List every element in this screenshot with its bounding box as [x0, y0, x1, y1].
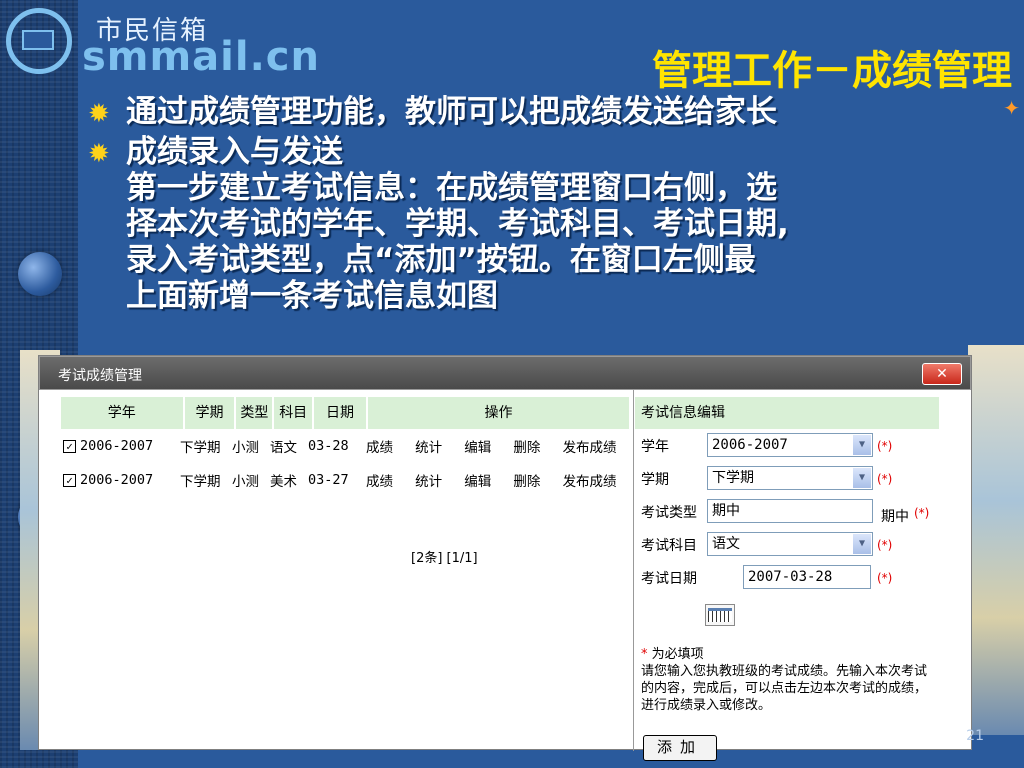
column-header-type: 类型 — [236, 397, 273, 429]
edit-link[interactable]: 编辑 — [464, 440, 491, 456]
exam-edit-form: 考试信息编辑 学年 2006-2007 ▼ (*) 学期 下学期 ▼ (*) 考… — [635, 397, 939, 761]
close-button[interactable]: ✕ — [922, 363, 962, 385]
subject-label: 考试科目 — [641, 538, 697, 554]
subject-select[interactable]: 语文 ▼ — [707, 532, 873, 556]
step-description: 第一步建立考试信息：在成绩管理窗口右侧，选 择本次考试的学年、学期、考试科目、考… — [86, 170, 996, 314]
chevron-down-icon[interactable]: ▼ — [853, 435, 871, 455]
table-row: ✓ 2006-2007 下学期 小测 语文 03-28 成绩 统计 编辑 删除 … — [61, 429, 631, 463]
envelope-icon — [22, 30, 54, 50]
smmail-logo: 市民信箱 smmail.cn — [4, 4, 319, 88]
panel-divider — [633, 390, 634, 751]
required-mark: (*) — [877, 571, 893, 585]
exam-table: 学年 学期 类型 科目 日期 操作 ✓ 2006-2007 下学期 小测 语文 … — [61, 397, 631, 566]
table-row: ✓ 2006-2007 下学期 小测 美术 03-27 成绩 统计 编辑 删除 … — [61, 463, 631, 497]
cell-type: 小测 — [232, 440, 259, 456]
term-select[interactable]: 下学期 ▼ — [707, 466, 873, 490]
cell-year: 2006-2007 — [80, 472, 154, 488]
year-select[interactable]: 2006-2007 ▼ — [707, 433, 873, 457]
cell-subject: 美术 — [270, 474, 297, 490]
column-header-subject: 科目 — [274, 397, 313, 429]
column-header-date: 日期 — [314, 397, 366, 429]
add-button[interactable]: 添加 — [643, 735, 717, 761]
chevron-down-icon[interactable]: ▼ — [853, 468, 871, 488]
delete-link[interactable]: 删除 — [513, 440, 540, 456]
form-note: * 为必填项 请您输入您执教班级的考试成绩。先输入本次考试的内容，完成后，可以点… — [641, 646, 939, 714]
bullet-text: 成绩录入与发送 — [126, 134, 343, 170]
cell-ops: 成绩 统计 编辑 删除 发布成绩 — [366, 470, 631, 490]
stats-link[interactable]: 统计 — [415, 440, 442, 456]
bullet-item: ✹ 通过成绩管理功能，教师可以把成绩发送给家长 — [86, 94, 996, 130]
slide-page-number: 21 — [966, 728, 984, 744]
step-line: 录入考试类型，点“添加”按钮。在窗口左侧最 — [126, 242, 756, 278]
required-mark: (*) — [877, 439, 893, 453]
exam-score-window: 考试成绩管理 ✕ 学年 学期 类型 科目 日期 操作 ✓ 2006-2007 下… — [38, 355, 972, 761]
delete-link[interactable]: 删除 — [513, 474, 540, 490]
table-header: 学年 学期 类型 科目 日期 操作 — [61, 397, 631, 429]
required-star: * — [641, 647, 648, 662]
cell-term: 下学期 — [180, 440, 221, 456]
year-label: 学年 — [641, 439, 669, 455]
column-header-ops: 操作 — [367, 397, 629, 429]
date-value: 2007-03-28 — [748, 569, 833, 585]
cell-term: 下学期 — [180, 474, 221, 490]
column-header-year: 学年 — [61, 397, 183, 429]
required-mark: (*) — [877, 472, 893, 486]
publish-link[interactable]: 发布成绩 — [563, 474, 617, 490]
year-value: 2006-2007 — [712, 437, 788, 453]
date-label: 考试日期 — [641, 571, 697, 587]
form-header: 考试信息编辑 — [635, 397, 939, 429]
calendar-icon[interactable] — [705, 604, 735, 626]
score-link[interactable]: 成绩 — [366, 440, 393, 456]
bullet-text: 通过成绩管理功能，教师可以把成绩发送给家长 — [126, 94, 777, 130]
type-hint: 期中 — [881, 509, 909, 525]
slide-title: 管理工作－成绩管理 — [652, 48, 1012, 94]
logo-english-text: smmail.cn — [82, 34, 320, 80]
required-mark: (*) — [914, 506, 930, 520]
stats-link[interactable]: 统计 — [415, 474, 442, 490]
cell-year: 2006-2007 — [80, 438, 154, 454]
sun-bullet-icon: ✹ — [88, 99, 110, 129]
chevron-down-icon[interactable]: ▼ — [853, 534, 871, 554]
required-mark: (*) — [877, 538, 893, 552]
cell-date: 03-27 — [308, 472, 349, 488]
note-title: 为必填项 — [651, 647, 704, 662]
date-input[interactable]: 2007-03-28 — [743, 565, 871, 589]
cell-ops: 成绩 统计 编辑 删除 发布成绩 — [366, 436, 631, 456]
type-value: 期中 — [712, 503, 740, 519]
cell-type: 小测 — [232, 474, 259, 490]
column-header-term: 学期 — [184, 397, 235, 429]
type-label: 考试类型 — [641, 505, 697, 521]
window-titlebar[interactable]: 考试成绩管理 ✕ — [39, 356, 971, 390]
step-line: 第一步建立考试信息：在成绩管理窗口右侧，选 — [126, 170, 777, 206]
type-input[interactable]: 期中 — [707, 499, 873, 523]
edit-link[interactable]: 编辑 — [464, 474, 491, 490]
decorative-ball — [18, 252, 62, 296]
cell-subject: 语文 — [270, 440, 297, 456]
background-image-fragment — [968, 345, 1024, 735]
term-value: 下学期 — [712, 470, 754, 486]
cell-date: 03-28 — [308, 438, 349, 454]
publish-link[interactable]: 发布成绩 — [563, 440, 617, 456]
step-line: 上面新增一条考试信息如图 — [126, 278, 498, 314]
note-body: 请您输入您执教班级的考试成绩。先输入本次考试的内容，完成后，可以点击左边本次考试… — [641, 664, 928, 713]
window-title: 考试成绩管理 — [58, 368, 142, 384]
sun-bullet-icon: ✹ — [88, 139, 110, 169]
score-link[interactable]: 成绩 — [366, 474, 393, 490]
sparkle-icon: ✦ — [1003, 96, 1020, 120]
bullet-item: ✹ 成绩录入与发送 — [86, 134, 996, 170]
row-checkbox[interactable]: ✓ — [63, 473, 76, 487]
term-label: 学期 — [641, 472, 669, 488]
step-line: 择本次考试的学年、学期、考试科目、考试日期, — [126, 206, 789, 242]
subject-value: 语文 — [712, 536, 740, 552]
row-checkbox[interactable]: ✓ — [63, 439, 76, 453]
slide-bullets: ✹ 通过成绩管理功能，教师可以把成绩发送给家长 ✹ 成绩录入与发送 第一步建立考… — [86, 94, 996, 314]
pagination[interactable]: [2条] [1/1] — [411, 547, 478, 566]
